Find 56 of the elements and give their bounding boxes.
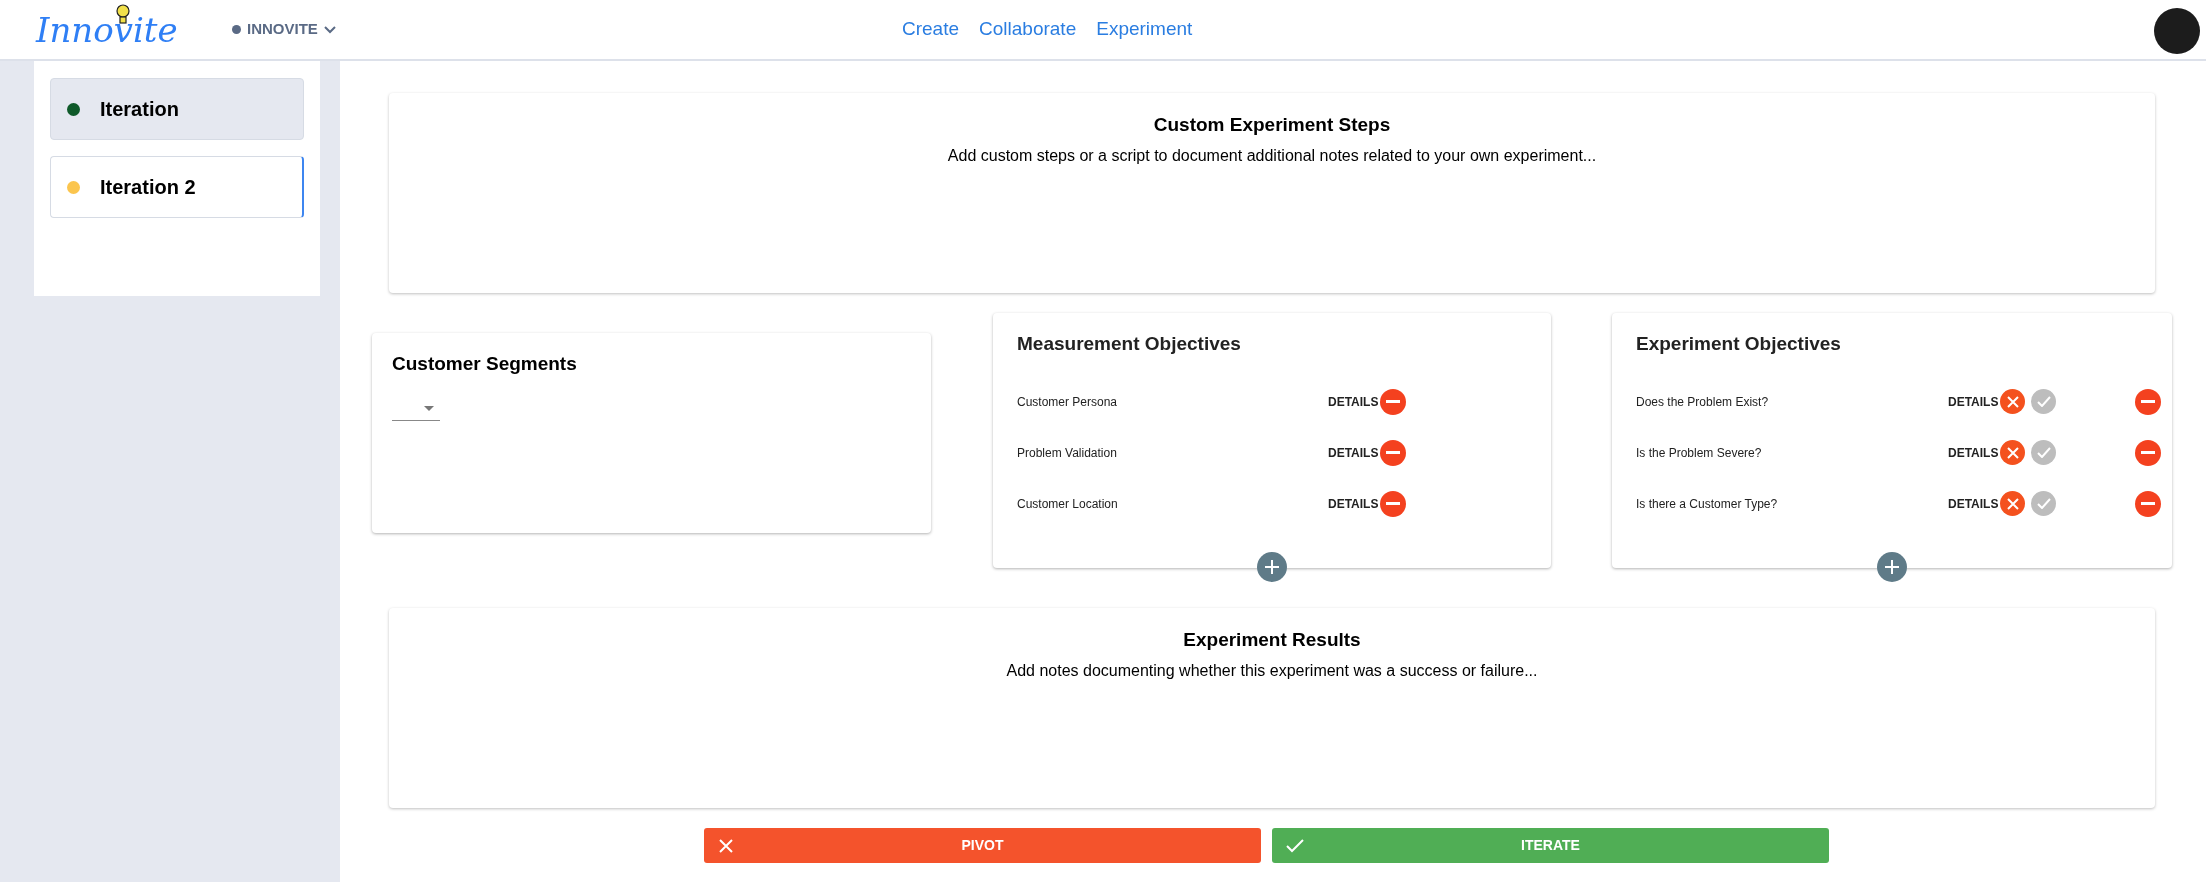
- details-button[interactable]: DETAILS: [1328, 443, 1380, 462]
- caret-icon: [424, 405, 434, 411]
- check-icon: [1286, 838, 1304, 853]
- iteration-item[interactable]: Iteration 2: [50, 156, 304, 218]
- card-title: Measurement Objectives: [1017, 332, 1242, 356]
- card-title: Experiment Results: [1183, 628, 1361, 652]
- close-icon: [2006, 446, 2019, 459]
- nav-link[interactable]: Collaborate: [979, 15, 1077, 44]
- details-button[interactable]: DETAILS: [1328, 494, 1380, 513]
- details-button[interactable]: DETAILS: [1948, 443, 2000, 462]
- close-icon: [718, 837, 734, 854]
- card-title: Customer Segments: [392, 352, 578, 376]
- add-button[interactable]: [1877, 552, 1907, 582]
- details-button[interactable]: DETAILS: [1328, 392, 1380, 411]
- minus-icon: [1386, 501, 1400, 506]
- minus-icon: [2141, 399, 2155, 404]
- minus-icon: [2141, 501, 2155, 506]
- close-icon: [2006, 497, 2019, 510]
- fail-button[interactable]: [2000, 491, 2025, 516]
- fail-button[interactable]: [2000, 440, 2025, 465]
- minus-icon: [1386, 399, 1400, 404]
- card-subtitle: Add custom steps or a script to document additional notes related to your own experiment...: [947, 145, 1597, 166]
- remove-button[interactable]: [2135, 388, 2161, 415]
- objective-label: Is there a Customer Type?: [1636, 495, 1779, 513]
- remove-button[interactable]: [2135, 439, 2161, 466]
- check-icon: [2036, 498, 2051, 509]
- check-icon: [2036, 396, 2051, 407]
- objective-label: Is the Problem Severe?: [1636, 444, 1763, 462]
- close-icon: [2006, 395, 2019, 408]
- card-title: Experiment Objectives: [1636, 332, 1842, 356]
- avatar-image[interactable]: [2154, 8, 2200, 54]
- logo[interactable]: Innovite: [36, 12, 178, 47]
- details-button[interactable]: DETAILS: [1948, 494, 2000, 513]
- remove-button[interactable]: [1380, 439, 1406, 466]
- objective-label: Customer Persona: [1017, 393, 1119, 411]
- chevron-down-icon: [323, 25, 336, 34]
- fail-button[interactable]: [2000, 389, 2025, 414]
- details-button[interactable]: DETAILS: [1948, 392, 2000, 411]
- nav-link[interactable]: Create: [902, 15, 960, 44]
- objective-label: Problem Validation: [1017, 444, 1118, 462]
- remove-button[interactable]: [2135, 490, 2161, 517]
- remove-button[interactable]: [1380, 388, 1406, 415]
- objective-label: Customer Location: [1017, 495, 1119, 513]
- card-title: Custom Experiment Steps: [1153, 113, 1391, 137]
- plus-icon: [1264, 559, 1280, 575]
- remove-button[interactable]: [1380, 490, 1406, 517]
- nav-link[interactable]: Experiment: [1096, 15, 1193, 44]
- card-subtitle: Add notes documenting whether this experiment was a success or failure...: [1006, 660, 1538, 681]
- minus-icon: [1386, 450, 1400, 455]
- objective-label: Does the Problem Exist?: [1636, 393, 1770, 411]
- workspace-dropdown[interactable]: INNOVITE: [232, 18, 336, 41]
- check-icon: [2036, 447, 2051, 458]
- iteration-item[interactable]: Iteration: [50, 78, 304, 140]
- add-button[interactable]: [1257, 552, 1287, 582]
- minus-icon: [2141, 450, 2155, 455]
- plus-icon: [1884, 559, 1900, 575]
